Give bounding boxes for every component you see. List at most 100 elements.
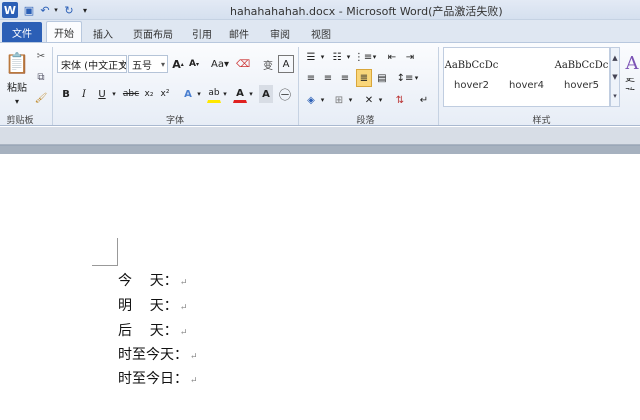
margin-corner-mark <box>117 238 118 266</box>
shading-dropdown-icon[interactable]: ▾ <box>319 91 326 109</box>
style-name: hover2 <box>454 80 489 91</box>
group-separator <box>52 47 53 125</box>
font-color-icon[interactable]: A <box>233 85 247 103</box>
style-item-hover4[interactable]: hover4 <box>499 48 554 106</box>
cut-icon[interactable]: ✂ <box>34 48 48 64</box>
tab-references[interactable]: 引用 <box>186 24 218 42</box>
chinese-layout-icon[interactable]: ✕ <box>361 91 377 109</box>
align-center-icon[interactable]: ≡ <box>320 69 336 87</box>
title-bar: W ▣ ↶ ▾ ↻ ▾ hahahahahah.docx - Microsoft… <box>0 0 640 20</box>
multilevel-list-dropdown-icon[interactable]: ▾ <box>371 49 378 65</box>
window-title: hahahahahah.docx - Microsoft Word(产品激活失败… <box>230 5 503 18</box>
font-size-combo[interactable]: 五号 ▾ <box>128 55 168 73</box>
numbering-dropdown-icon[interactable]: ▾ <box>345 49 352 65</box>
clipboard-paste-icon[interactable]: 📋 <box>4 47 30 79</box>
line-text: 今 天： <box>118 273 178 289</box>
phonetic-guide-icon[interactable]: 变 <box>260 55 276 73</box>
align-left-icon[interactable]: ≡ <box>303 69 319 87</box>
font-group-label: 字体 <box>165 116 184 126</box>
show-marks-icon[interactable]: ↵ <box>416 91 432 109</box>
shading-icon[interactable]: ◈ <box>303 91 319 109</box>
style-sample: AaBbCcDc <box>444 60 499 71</box>
redo-icon[interactable]: ↻ <box>62 2 76 18</box>
numbering-icon[interactable]: ☷ <box>329 49 345 65</box>
grow-font-icon[interactable]: A ▴ <box>171 55 185 73</box>
paragraph-group-label: 段落 <box>356 116 375 126</box>
multilevel-list-icon[interactable]: ⋮≡ <box>354 49 372 65</box>
style-item-hover5[interactable]: AaBbCcDc hover5 <box>554 48 609 106</box>
justify-icon[interactable]: ≣ <box>356 69 372 87</box>
tab-insert[interactable]: 插入 <box>86 24 120 42</box>
tab-page-layout[interactable]: 页面布局 <box>124 24 182 42</box>
enclose-characters-icon[interactable]: ㊀ <box>277 85 293 103</box>
distributed-icon[interactable]: ▤ <box>374 69 390 87</box>
save-icon[interactable]: ▣ <box>22 2 36 18</box>
text-effects-dropdown-icon[interactable]: ▾ <box>195 85 203 103</box>
line-spacing-icon[interactable]: ↕≡ <box>397 69 414 87</box>
borders-dropdown-icon[interactable]: ▾ <box>347 91 354 109</box>
highlight-icon[interactable]: ab <box>207 85 221 103</box>
borders-icon[interactable]: ⊞ <box>331 91 347 109</box>
bullets-dropdown-icon[interactable]: ▾ <box>319 49 326 65</box>
tab-review[interactable]: 审阅 <box>260 24 300 42</box>
decrease-indent-icon[interactable]: ⇤ <box>384 49 400 65</box>
sort-icon[interactable]: ⇅ <box>392 91 408 109</box>
superscript-icon[interactable]: x² <box>158 85 172 103</box>
font-name-value: 宋体 (中文正文 <box>61 60 127 72</box>
line-spacing-dropdown-icon[interactable]: ▾ <box>413 69 420 87</box>
line-text: 明 天： <box>118 298 178 314</box>
increase-indent-icon[interactable]: ⇥ <box>402 49 418 65</box>
scroll-up-icon[interactable]: ▲ <box>612 54 617 62</box>
undo-dropdown-icon[interactable]: ▾ <box>52 2 60 18</box>
align-right-icon[interactable]: ≡ <box>337 69 353 87</box>
word-logo-icon[interactable]: W <box>2 2 18 18</box>
shrink-font-icon[interactable]: A ▾ <box>187 55 201 73</box>
scroll-down-icon[interactable]: ▼ <box>612 73 617 81</box>
format-painter-icon[interactable]: 🖌 <box>34 90 48 106</box>
document-line[interactable]: 时至今日： ↵ <box>118 368 198 388</box>
style-item-hover2[interactable]: AaBbCcDc hover2 <box>444 48 499 106</box>
italic-icon[interactable]: I <box>77 85 91 103</box>
underline-icon[interactable]: U <box>95 85 109 103</box>
font-name-combo[interactable]: 宋体 (中文正文 ▾ <box>57 55 127 73</box>
change-styles-icon[interactable]: A <box>624 51 640 75</box>
tab-view[interactable]: 视图 <box>304 24 338 42</box>
group-separator <box>438 47 439 125</box>
paragraph-mark-icon: ↵ <box>179 278 188 288</box>
paragraph-mark-icon: ↵ <box>179 303 188 313</box>
tab-home[interactable]: 开始 <box>46 21 82 42</box>
character-shading-icon[interactable]: A <box>259 85 273 103</box>
styles-scroll[interactable]: ▲ ▼ ▾ <box>610 47 620 107</box>
more-styles-icon[interactable]: ▾ <box>613 92 617 100</box>
tab-file[interactable]: 文件 <box>2 22 42 42</box>
tab-mailings[interactable]: 邮件 <box>222 24 256 42</box>
text-effects-icon[interactable]: A <box>181 85 195 103</box>
strikethrough-icon[interactable]: abc <box>121 85 141 103</box>
bold-icon[interactable]: B <box>59 85 73 103</box>
undo-icon[interactable]: ↶ <box>38 2 52 18</box>
ruler-area <box>0 127 640 145</box>
document-line[interactable]: 后 天： ↵ <box>118 320 187 340</box>
paste-dropdown-icon[interactable]: ▾ <box>10 95 24 107</box>
bullets-icon[interactable]: ☰ <box>303 49 319 65</box>
customize-quick-access-icon[interactable]: ▾ <box>80 2 90 18</box>
subscript-icon[interactable]: x₂ <box>142 85 156 103</box>
document-line[interactable]: 明 天： ↵ <box>118 295 187 315</box>
document-line[interactable]: 今 天： ↵ <box>118 270 187 290</box>
document-line[interactable]: 时至今天： ↵ <box>118 344 198 364</box>
font-size-value: 五号 <box>132 60 152 72</box>
character-border-icon[interactable]: A <box>278 55 294 73</box>
style-name: hover4 <box>509 80 544 91</box>
clear-formatting-icon[interactable]: ⌫ <box>236 55 250 73</box>
chinese-layout-dropdown-icon[interactable]: ▾ <box>377 91 384 109</box>
change-styles-button[interactable]: 更改 <box>624 77 640 91</box>
highlight-dropdown-icon[interactable]: ▾ <box>221 85 229 103</box>
paste-button[interactable]: 粘贴 <box>2 79 32 94</box>
change-case-icon[interactable]: Aa▾ <box>209 55 231 73</box>
style-sample: AaBbCcDc <box>554 60 609 71</box>
paragraph-mark-icon: ↵ <box>190 352 198 362</box>
underline-dropdown-icon[interactable]: ▾ <box>110 85 118 103</box>
document-page[interactable] <box>0 154 640 420</box>
font-color-dropdown-icon[interactable]: ▾ <box>247 85 255 103</box>
copy-icon[interactable]: ⧉ <box>34 69 48 85</box>
